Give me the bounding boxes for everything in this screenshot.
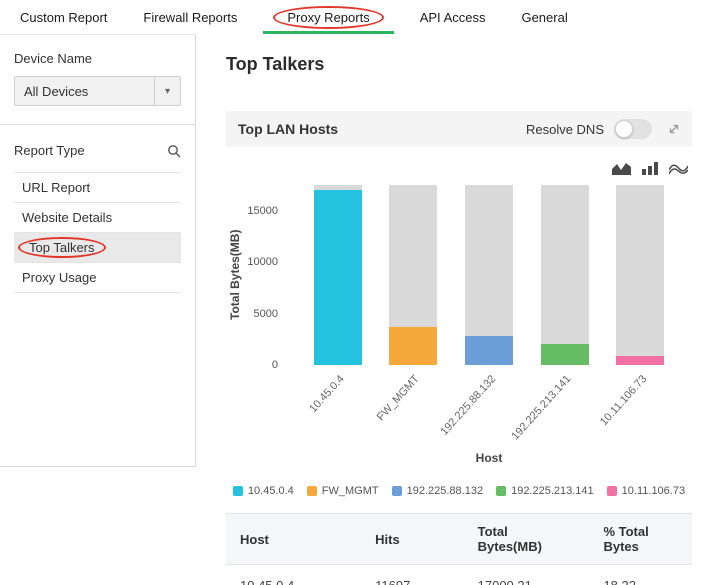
legend-item[interactable]: FW_MGMT	[307, 485, 379, 497]
top-lan-hosts-header: Top LAN Hosts Resolve DNS	[226, 111, 692, 147]
tab-label: API Access	[420, 10, 486, 25]
legend-swatch	[392, 486, 402, 496]
col-header-host[interactable]: Host	[226, 514, 361, 565]
x-axis-label: 192.225.213.141	[509, 373, 573, 442]
bar-group[interactable]: 10.45.0.4	[314, 185, 362, 365]
resolve-dns-toggle[interactable]	[614, 119, 652, 139]
page-title: Top Talkers	[226, 54, 692, 75]
table-row: 10.45.0.4 11697 17000.21 18.22	[226, 565, 692, 585]
bar-group[interactable]: 192.225.213.141	[541, 185, 589, 365]
toggle-knob	[615, 120, 633, 138]
tab-label: General	[521, 10, 567, 25]
bar-value[interactable]	[389, 327, 437, 365]
area-chart-icon[interactable]	[612, 161, 631, 175]
x-axis-title: Host	[286, 451, 692, 465]
bar-chart-icon[interactable]	[641, 161, 659, 175]
y-tick-label: 10000	[247, 256, 278, 268]
bar-group[interactable]: 10.11.106.73	[616, 185, 664, 365]
device-name-label: Device Name	[14, 51, 181, 66]
legend-item[interactable]: 192.225.88.132	[392, 485, 483, 497]
total-bytes-cell: 17000.21	[464, 565, 590, 585]
col-header-total-bytes[interactable]: Total Bytes(MB)	[464, 514, 590, 565]
bar-track	[541, 185, 589, 365]
expand-icon[interactable]	[668, 123, 680, 135]
bar-value[interactable]	[314, 190, 362, 365]
x-axis-label: 192.225.88.132	[438, 373, 498, 438]
tab-proxy-reports[interactable]: Proxy Reports	[273, 0, 383, 34]
y-axis-title: Total Bytes(MB)	[226, 185, 244, 365]
main-panel: Top Talkers Top LAN Hosts Resolve DNS	[196, 34, 708, 585]
bar-value[interactable]	[616, 356, 664, 365]
sidebar-item-top-talkers[interactable]: Top Talkers	[14, 233, 181, 263]
tab-label: Firewall Reports	[143, 10, 237, 25]
legend-item[interactable]: 192.225.213.141	[496, 485, 594, 497]
red-annotation-oval: Top Talkers	[18, 237, 106, 258]
x-axis-label: FW_MGMT	[375, 373, 422, 423]
top-nav: Custom Report Firewall Reports Proxy Rep…	[0, 0, 708, 34]
device-select-value: All Devices	[15, 77, 154, 105]
sidebar-item-proxy-usage[interactable]: Proxy Usage	[14, 263, 181, 293]
tab-api-access[interactable]: API Access	[420, 0, 486, 34]
x-axis-label: 10.45.0.4	[307, 373, 347, 415]
legend-swatch	[607, 486, 617, 496]
bar-track	[616, 185, 664, 365]
col-header-pct-total-bytes[interactable]: % Total Bytes	[589, 514, 692, 565]
sidebar-item-label: Website Details	[22, 210, 112, 225]
legend-label: 192.225.88.132	[407, 485, 483, 497]
legend-item[interactable]: 10.11.106.73	[607, 485, 685, 497]
report-type-label: Report Type	[14, 143, 85, 158]
resolve-dns-label: Resolve DNS	[526, 122, 604, 137]
red-annotation-oval: Proxy Reports	[273, 6, 383, 29]
chart-legend: 10.45.0.4 FW_MGMT 192.225.88.132 192.225.21…	[226, 485, 692, 497]
bar-group[interactable]: FW_MGMT	[389, 185, 437, 365]
legend-swatch	[307, 486, 317, 496]
hits-cell: 11697	[361, 565, 464, 585]
sidebar-item-url-report[interactable]: URL Report	[14, 173, 181, 203]
y-tick-label: 5000	[254, 308, 278, 320]
tab-label: Custom Report	[20, 10, 107, 25]
top-talkers-table: Host Hits Total Bytes(MB) % Total Bytes …	[226, 513, 692, 585]
tab-general[interactable]: General	[521, 0, 567, 34]
legend-swatch	[496, 486, 506, 496]
host-cell-link[interactable]: 10.45.0.4	[226, 565, 361, 585]
content-area: Device Name All Devices ▾ Report Type UR…	[0, 34, 708, 585]
legend-swatch	[233, 486, 243, 496]
sidebar: Device Name All Devices ▾ Report Type UR…	[0, 34, 196, 467]
legend-label: 192.225.213.141	[511, 485, 594, 497]
y-tick-label: 15000	[247, 205, 278, 217]
app-window: Custom Report Firewall Reports Proxy Rep…	[0, 0, 708, 585]
tab-label: Proxy Reports	[287, 10, 369, 25]
tab-firewall-reports[interactable]: Firewall Reports	[143, 0, 237, 34]
y-tick-label: 0	[272, 359, 278, 371]
sidebar-item-website-details[interactable]: Website Details	[14, 203, 181, 233]
bar-group[interactable]: 192.225.88.132	[465, 185, 513, 365]
tab-custom-report[interactable]: Custom Report	[20, 0, 107, 34]
legend-label: FW_MGMT	[322, 485, 379, 497]
panel-title: Top LAN Hosts	[238, 121, 338, 137]
bar-value[interactable]	[465, 336, 513, 365]
search-icon[interactable]	[167, 144, 181, 158]
sidebar-item-label: Top Talkers	[29, 240, 95, 255]
report-type-list: URL Report Website Details Top Talkers P…	[14, 172, 181, 293]
chevron-down-icon: ▾	[154, 77, 180, 105]
chart-plot: 10.45.0.4 FW_MGMT 192.225.88.132 192.225.21…	[286, 185, 692, 365]
bar-chart: Total Bytes(MB) 050001000015000 10.45.0.…	[226, 185, 692, 365]
sidebar-item-label: URL Report	[22, 180, 90, 195]
bar-value[interactable]	[541, 344, 589, 365]
table-header-row: Host Hits Total Bytes(MB) % Total Bytes	[226, 514, 692, 565]
sidebar-divider	[0, 124, 195, 125]
y-axis-ticks: 050001000015000	[244, 185, 286, 365]
chart-type-switcher	[226, 161, 688, 175]
pct-total-bytes-cell: 18.22	[589, 565, 692, 585]
legend-label: 10.11.106.73	[622, 485, 685, 497]
x-axis-label: 10.11.106.73	[598, 373, 649, 428]
legend-item[interactable]: 10.45.0.4	[233, 485, 294, 497]
line-chart-icon[interactable]	[669, 161, 688, 175]
sidebar-item-label: Proxy Usage	[22, 270, 96, 285]
device-select[interactable]: All Devices ▾	[14, 76, 181, 106]
col-header-hits[interactable]: Hits	[361, 514, 464, 565]
legend-label: 10.45.0.4	[248, 485, 294, 497]
